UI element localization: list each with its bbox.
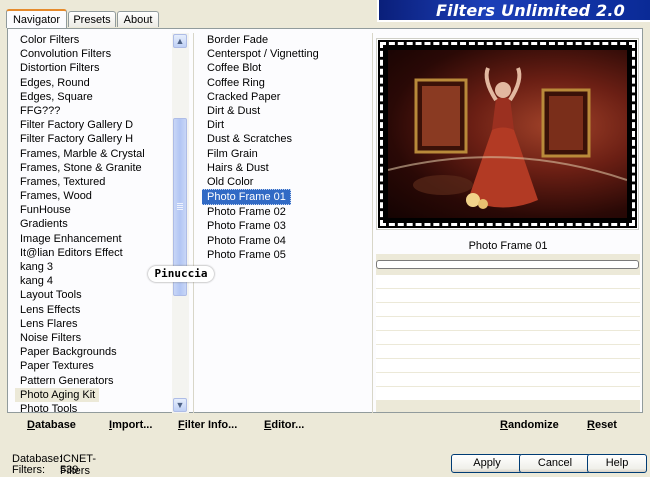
category-item[interactable]: Frames, Wood	[15, 189, 172, 203]
category-item[interactable]: Image Enhancement	[15, 232, 172, 246]
filter-item[interactable]: Photo Frame 03	[202, 219, 370, 233]
list-divider	[372, 33, 373, 413]
filter-item[interactable]: Coffee Blot	[202, 61, 370, 75]
category-item[interactable]: Photo Aging Kit	[15, 387, 100, 402]
category-item[interactable]: Color Filters	[15, 33, 172, 47]
filter-item[interactable]: Photo Frame 04	[202, 234, 370, 248]
category-item[interactable]: Lens Effects	[15, 303, 172, 317]
filter-item[interactable]: Centerspot / Vignetting	[202, 47, 370, 61]
category-item[interactable]: Lens Flares	[15, 317, 172, 331]
apply-button[interactable]: Apply	[451, 454, 523, 473]
category-item[interactable]: FFG???	[15, 104, 172, 118]
filter-item[interactable]: Photo Frame 01	[202, 189, 291, 206]
category-item[interactable]: Pattern Generators	[15, 374, 172, 388]
filter-item[interactable]: Dirt	[202, 118, 370, 132]
category-item[interactable]: Gradients	[15, 217, 172, 231]
preview-filter-name: Photo Frame 01	[468, 240, 548, 252]
filter-item[interactable]: Hairs & Dust	[202, 161, 370, 175]
category-list[interactable]: Color Filters Convolution Filters Distorti…	[15, 33, 172, 413]
filter-info-button[interactable]: Filter Info...	[178, 419, 237, 431]
category-item[interactable]: Filter Factory Gallery H	[15, 132, 172, 146]
filter-item[interactable]: Border Fade	[202, 33, 370, 47]
parameter-slot	[376, 275, 640, 288]
app-title-banner: Filters Unlimited 2.0	[377, 0, 650, 22]
filter-item[interactable]: Cracked Paper	[202, 90, 370, 104]
scroll-up-button[interactable]: ▲	[173, 34, 187, 48]
reset-button[interactable]: Reset	[587, 419, 617, 431]
filter-item[interactable]: Photo Frame 05	[202, 248, 370, 262]
parameter-slot	[376, 359, 640, 372]
progress-bar	[376, 260, 639, 269]
tab-about[interactable]: About	[117, 11, 159, 27]
parameter-slot	[376, 303, 640, 316]
database-button[interactable]: Database	[27, 419, 76, 431]
parameter-slot	[376, 331, 640, 344]
category-item[interactable]: Frames, Marble & Crystal	[15, 147, 172, 161]
import-button[interactable]: Import...	[109, 419, 152, 431]
filter-item[interactable]: Dirt & Dust	[202, 104, 370, 118]
scroll-down-button[interactable]: ▼	[173, 398, 187, 412]
help-button[interactable]: Help	[587, 454, 647, 473]
category-item[interactable]: FunHouse	[15, 203, 172, 217]
parameter-area	[376, 254, 640, 412]
category-item[interactable]: Filter Factory Gallery D	[15, 118, 172, 132]
cancel-button[interactable]: Cancel	[519, 454, 591, 473]
filter-item[interactable]: Film Grain	[202, 147, 370, 161]
preview-artwork	[388, 67, 627, 209]
category-scrollbar[interactable]: ▲ ▼	[172, 33, 189, 413]
preview-stamp-border	[378, 40, 637, 228]
tab-navigator[interactable]: Navigator	[6, 9, 67, 28]
category-item[interactable]: Convolution Filters	[15, 47, 172, 61]
category-item[interactable]: Layout Tools	[15, 288, 172, 302]
tab-presets[interactable]: Presets	[68, 11, 116, 27]
list-divider	[193, 33, 194, 413]
editor-button[interactable]: Editor...	[264, 419, 304, 431]
category-item[interactable]: It@lian Editors Effect	[15, 246, 172, 260]
randomize-button[interactable]: Randomize	[500, 419, 559, 431]
filter-list[interactable]: Border Fade Centerspot / Vignetting Coffee…	[202, 33, 370, 413]
parameter-slot	[376, 345, 640, 358]
filter-item[interactable]: Photo Frame 02	[202, 205, 370, 219]
status-filters: Filters: 539	[12, 464, 78, 476]
preview-area	[376, 38, 639, 230]
category-item[interactable]: Paper Backgrounds	[15, 345, 172, 359]
action-bar: Database Import... Filter Info... Editor…	[7, 413, 643, 441]
filter-item[interactable]: Dust & Scratches	[202, 132, 370, 146]
status-filters-value: 539	[60, 464, 79, 476]
category-item[interactable]: Photo Tools	[15, 402, 172, 413]
category-item[interactable]: Distortion Filters	[15, 61, 172, 75]
filter-item[interactable]: Old Color	[202, 175, 370, 189]
category-item[interactable]: Paper Textures	[15, 359, 172, 373]
parameter-slot	[376, 317, 640, 330]
category-item[interactable]: Frames, Textured	[15, 175, 172, 189]
category-item[interactable]: Edges, Square	[15, 90, 172, 104]
parameter-slot	[376, 387, 640, 400]
status-filters-label: Filters:	[12, 464, 45, 476]
category-item[interactable]: Frames, Stone & Granite	[15, 161, 172, 175]
preview-image	[388, 50, 627, 218]
watermark-badge: Pinuccia	[148, 266, 214, 282]
parameter-slot	[376, 373, 640, 386]
category-item[interactable]: Noise Filters	[15, 331, 172, 345]
app-title: Filters Unlimited 2.0	[436, 1, 625, 20]
category-item[interactable]: Edges, Round	[15, 76, 172, 90]
parameter-slot	[376, 289, 640, 302]
filter-item[interactable]: Coffee Ring	[202, 76, 370, 90]
